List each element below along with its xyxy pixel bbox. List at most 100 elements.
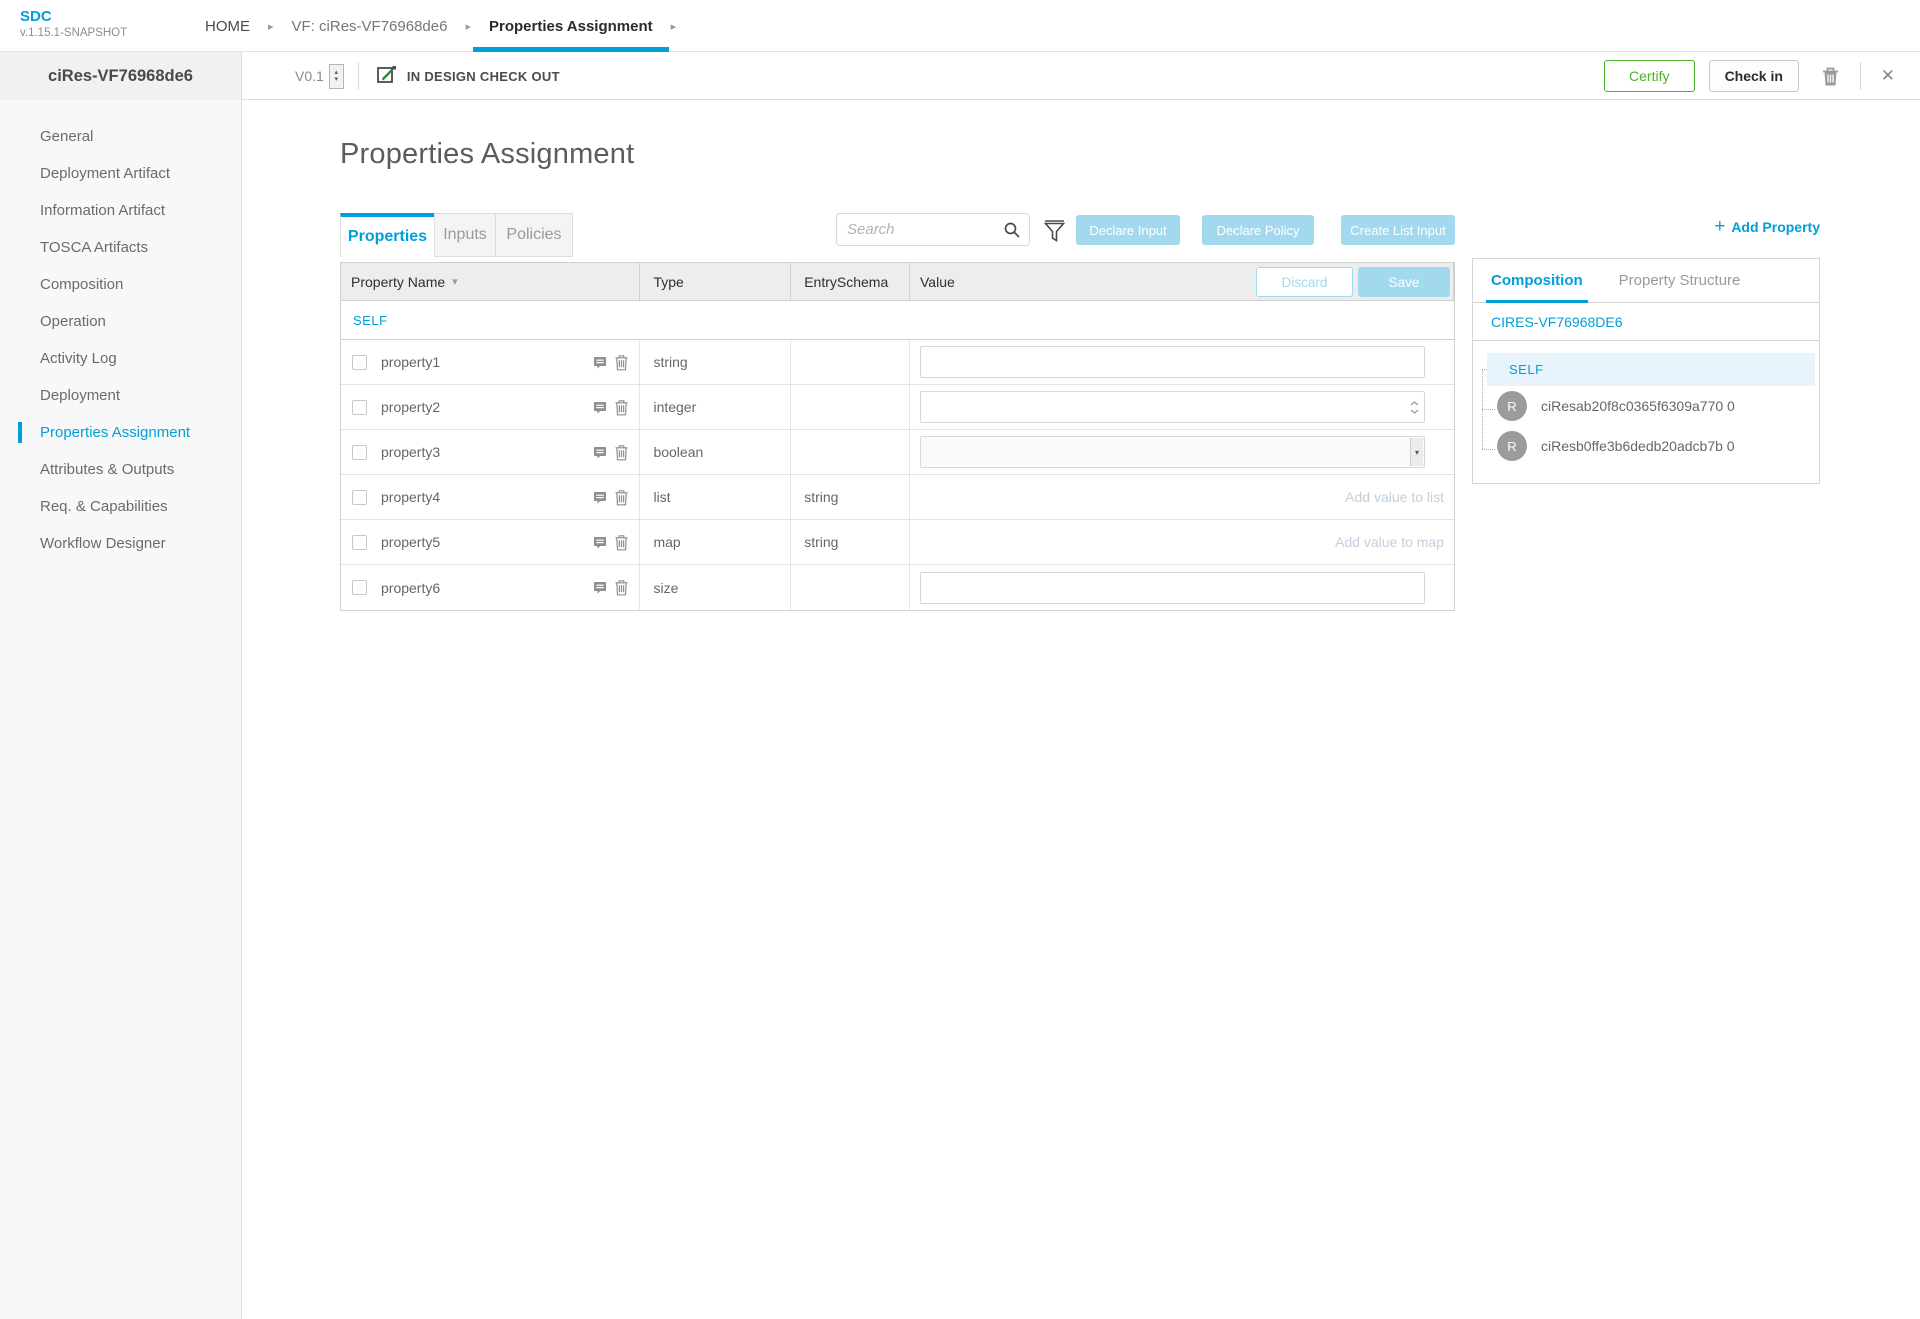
declare-input-button[interactable]: Declare Input: [1076, 215, 1180, 245]
comment-icon[interactable]: [592, 355, 608, 371]
value-number-input[interactable]: [920, 391, 1425, 423]
sort-arrow-icon[interactable]: ▾: [452, 275, 458, 288]
sidebar-item[interactable]: Deployment Artifact: [0, 155, 241, 192]
row-checkbox[interactable]: [352, 535, 367, 550]
breadcrumb-arrow-icon: ▸: [671, 20, 677, 33]
row-checkbox[interactable]: [352, 400, 367, 415]
sidebar-item-label: Information Artifact: [40, 202, 165, 219]
tab-properties[interactable]: Properties: [340, 213, 435, 257]
select-arrow-icon[interactable]: ▾: [1410, 438, 1423, 466]
panel-root-node[interactable]: CIRES-VF76968DE6: [1473, 303, 1819, 341]
sidebar-item[interactable]: Composition: [0, 266, 241, 303]
version-spinner[interactable]: ▴ ▾: [329, 64, 344, 89]
sidebar-item[interactable]: Properties Assignment: [0, 414, 241, 451]
declare-policy-button[interactable]: Declare Policy: [1202, 215, 1314, 245]
resource-avatar: R: [1497, 391, 1527, 421]
value-select[interactable]: ▾: [920, 436, 1425, 468]
sidebar-item[interactable]: Req. & Capabilities: [0, 488, 241, 525]
breadcrumb-item[interactable]: HOME: [205, 0, 250, 52]
sidebar-item-label: Deployment: [40, 387, 120, 404]
property-name[interactable]: property5: [381, 534, 440, 550]
add-value-link[interactable]: Add value to list: [920, 489, 1454, 505]
comment-icon[interactable]: [592, 535, 608, 551]
table-header: Property Name ▾ Type EntrySchema Value D…: [341, 263, 1454, 301]
sidebar-item[interactable]: Deployment: [0, 377, 241, 414]
sidebar-item[interactable]: TOSCA Artifacts: [0, 229, 241, 266]
comment-icon[interactable]: [592, 580, 608, 596]
number-spinner-icon[interactable]: [1407, 394, 1422, 420]
tree-line: [1482, 409, 1495, 410]
property-name[interactable]: property1: [381, 354, 440, 370]
row-checkbox[interactable]: [352, 490, 367, 505]
sidebar-item-label: General: [40, 128, 93, 145]
comment-icon[interactable]: [592, 445, 608, 461]
close-icon[interactable]: ✕: [1881, 66, 1895, 86]
tree-line: [1482, 449, 1495, 450]
breadcrumb-item[interactable]: VF: ciRes-VF76968de6: [292, 0, 448, 52]
panel-tab-composition[interactable]: Composition: [1491, 259, 1583, 303]
search-icon[interactable]: [1003, 221, 1021, 244]
sidebar-item[interactable]: Activity Log: [0, 340, 241, 377]
sidebar-menu: General Deployment Artifact Information Ar…: [0, 100, 242, 1319]
group-self-row[interactable]: SELF: [341, 301, 1454, 340]
column-property-name[interactable]: Property Name: [351, 274, 445, 290]
value-input[interactable]: [920, 346, 1425, 378]
filter-funnel-icon[interactable]: [1042, 217, 1067, 249]
sidebar-item[interactable]: Workflow Designer: [0, 525, 241, 562]
tab-inputs[interactable]: Inputs: [434, 213, 496, 257]
delete-property-icon[interactable]: [614, 399, 629, 416]
lifecycle-state: IN DESIGN CHECK OUT: [375, 63, 560, 90]
row-checkbox[interactable]: [352, 580, 367, 595]
delete-property-icon[interactable]: [614, 489, 629, 506]
delete-entity-icon[interactable]: [1821, 66, 1840, 87]
property-value-cell: ▾: [910, 430, 1454, 474]
table-row: property1string: [341, 340, 1454, 385]
create-list-input-button[interactable]: Create List Input: [1341, 215, 1455, 245]
check-in-button[interactable]: Check in: [1709, 60, 1799, 92]
tab-policies[interactable]: Policies: [495, 213, 573, 257]
properties-table-body: property1stringproperty2integerproperty3…: [341, 340, 1454, 610]
tree-nodes: RciResab20f8c0365f6309a770 0RciResb0ffe3…: [1473, 386, 1819, 466]
delete-property-icon[interactable]: [614, 579, 629, 596]
table-row: property3boolean▾: [341, 430, 1454, 475]
app-logo[interactable]: SDC v.1.15.1-SNAPSHOT: [20, 8, 127, 40]
add-value-link[interactable]: Add value to map: [920, 534, 1454, 550]
spinner-down-icon: ▾: [335, 76, 339, 83]
sidebar-item[interactable]: Information Artifact: [0, 192, 241, 229]
property-name[interactable]: property4: [381, 489, 440, 505]
plus-icon: +: [1714, 218, 1725, 236]
comment-icon[interactable]: [592, 400, 608, 416]
panel-tab-property-structure[interactable]: Property Structure: [1619, 259, 1741, 303]
column-entry-schema: EntrySchema: [791, 263, 910, 300]
sdc-app: SDC v.1.15.1-SNAPSHOT HOME ▸ VF: ciRes-VF7…: [0, 0, 1920, 1319]
delete-property-icon[interactable]: [614, 354, 629, 371]
delete-property-icon[interactable]: [614, 534, 629, 551]
add-property-button[interactable]: + Add Property: [1714, 218, 1820, 236]
row-checkbox[interactable]: [352, 355, 367, 370]
property-name[interactable]: property2: [381, 399, 440, 415]
tree-resource-node[interactable]: RciResab20f8c0365f6309a770 0: [1497, 386, 1819, 426]
tree-self-node[interactable]: SELF: [1487, 353, 1815, 386]
property-name[interactable]: property3: [381, 444, 440, 460]
version-area: V0.1 ▴ ▾ IN DESIGN CHECK OUT: [295, 52, 560, 100]
sidebar-item[interactable]: Attributes & Outputs: [0, 451, 241, 488]
sidebar-item[interactable]: Operation: [0, 303, 241, 340]
row-checkbox[interactable]: [352, 445, 367, 460]
resource-label: ciResb0ffe3b6dedb20adcb7b 0: [1541, 438, 1735, 454]
save-button[interactable]: Save: [1358, 267, 1450, 297]
composition-panel: Composition Property Structure CIRES-VF76…: [1472, 258, 1820, 484]
sidebar-item[interactable]: General: [0, 118, 241, 155]
delete-property-icon[interactable]: [614, 444, 629, 461]
tree-resource-node[interactable]: RciResb0ffe3b6dedb20adcb7b 0: [1497, 426, 1819, 466]
comment-icon[interactable]: [592, 490, 608, 506]
composition-tree: SELF RciResab20f8c0365f6309a770 0RciResb…: [1473, 341, 1819, 483]
sidebar-item-label: Req. & Capabilities: [40, 498, 168, 515]
sidebar-item-label: Activity Log: [40, 350, 117, 367]
discard-button[interactable]: Discard: [1256, 267, 1353, 297]
sidebar-item-label: Composition: [40, 276, 123, 293]
breadcrumb-item[interactable]: Properties Assignment: [489, 0, 653, 52]
value-input[interactable]: [920, 572, 1425, 604]
property-name[interactable]: property6: [381, 580, 440, 596]
certify-button[interactable]: Certify: [1604, 60, 1695, 92]
search-input[interactable]: [837, 214, 1029, 245]
